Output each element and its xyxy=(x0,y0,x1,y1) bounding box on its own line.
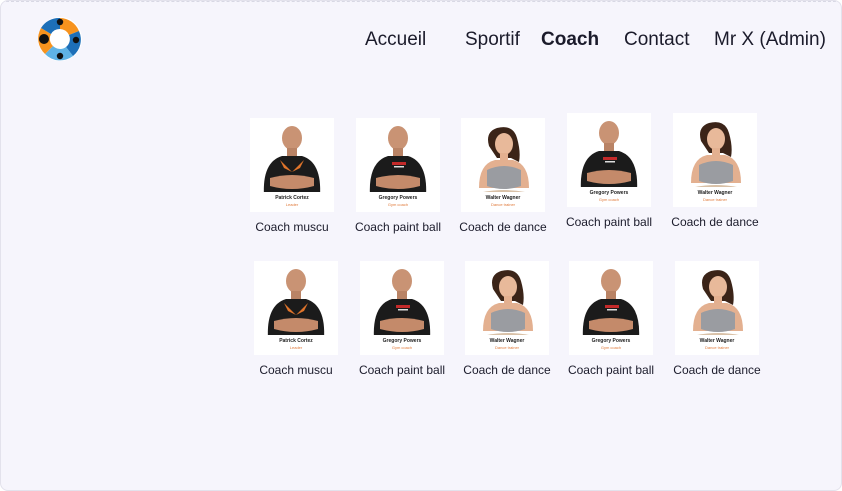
coach-role: Dance trainer xyxy=(704,345,729,350)
coach-photo: Gregory Powers Gym coach xyxy=(360,261,444,355)
app-window: Accueil Sportif Coach Contact Mr X (Admi… xyxy=(0,0,842,491)
coach-name: Patrick Cortez xyxy=(275,195,309,201)
coach-specialty-label[interactable]: Coach paint ball xyxy=(566,363,656,377)
coach-card[interactable]: Gregory Powers Gym coach Coach paint ball xyxy=(357,261,447,377)
coach-photo: Walter Wagner Dance trainer xyxy=(673,113,757,207)
coach-name: Walter Wagner xyxy=(489,338,525,344)
coach-name: Patrick Cortez xyxy=(279,338,313,344)
coach-photo: Patrick Cortez Leader xyxy=(250,118,334,212)
coach-role: Dance trainer xyxy=(702,197,727,202)
coach-role: Gym coach xyxy=(600,345,622,350)
coach-specialty-label[interactable]: Coach muscu xyxy=(251,363,341,377)
photo-caption: Gregory Powers Gym coach xyxy=(368,335,436,355)
coach-card[interactable]: Walter Wagner Dance trainer Coach de dance xyxy=(670,113,760,229)
photo-caption: Walter Wagner Dance trainer xyxy=(683,335,751,355)
nav-item-sportif[interactable]: Sportif xyxy=(465,29,520,51)
coach-photo: Walter Wagner Dance trainer xyxy=(461,118,545,212)
nav-item-contact[interactable]: Contact xyxy=(624,29,689,51)
coach-photo: Gregory Powers Gym coach xyxy=(567,113,651,207)
coach-role: Gym coach xyxy=(598,197,620,202)
photo-caption: Walter Wagner Dance trainer xyxy=(473,335,541,355)
coach-specialty-label[interactable]: Coach paint ball xyxy=(357,363,447,377)
coach-photo: Patrick Cortez Leader xyxy=(254,261,338,355)
nav-item-admin[interactable]: Mr X (Admin) xyxy=(714,29,826,51)
coach-card[interactable]: Gregory Powers Gym coach Coach paint ball xyxy=(564,113,654,229)
photo-caption: Patrick Cortez Leader xyxy=(262,335,330,355)
coach-role: Leader xyxy=(289,345,303,350)
top-border xyxy=(1,1,841,2)
coach-specialty-label[interactable]: Coach de dance xyxy=(672,363,762,377)
coach-specialty-label[interactable]: Coach paint ball xyxy=(564,215,654,229)
nav-item-coach[interactable]: Coach xyxy=(541,29,599,51)
coach-role: Leader xyxy=(285,202,299,207)
coach-name: Gregory Powers xyxy=(378,195,418,201)
coach-name: Walter Wagner xyxy=(699,338,735,344)
photo-caption: Gregory Powers Gym coach xyxy=(364,192,432,212)
photo-caption: Walter Wagner Dance trainer xyxy=(681,187,749,207)
coach-card[interactable]: Gregory Powers Gym coach Coach paint ball xyxy=(566,261,656,377)
photo-caption: Gregory Powers Gym coach xyxy=(577,335,645,355)
photo-caption: Patrick Cortez Leader xyxy=(258,192,326,212)
coach-specialty-label[interactable]: Coach de dance xyxy=(458,220,548,234)
coach-role: Gym coach xyxy=(387,202,409,207)
photo-caption: Gregory Powers Gym coach xyxy=(575,187,643,207)
coach-photo: Gregory Powers Gym coach xyxy=(569,261,653,355)
coach-specialty-label[interactable]: Coach paint ball xyxy=(353,220,443,234)
coach-role: Gym coach xyxy=(391,345,413,350)
coach-card[interactable]: Patrick Cortez Leader Coach muscu xyxy=(247,118,337,234)
main-nav: Accueil Sportif Coach Contact Mr X (Admi… xyxy=(1,29,841,53)
coach-photo: Gregory Powers Gym coach xyxy=(356,118,440,212)
coach-role: Dance trainer xyxy=(494,345,519,350)
coach-specialty-label[interactable]: Coach de dance xyxy=(462,363,552,377)
coach-name: Walter Wagner xyxy=(485,195,521,201)
nav-item-accueil[interactable]: Accueil xyxy=(365,29,426,51)
coach-specialty-label[interactable]: Coach de dance xyxy=(670,215,760,229)
coach-card[interactable]: Walter Wagner Dance trainer Coach de dance xyxy=(672,261,762,377)
coach-card[interactable]: Walter Wagner Dance trainer Coach de dance xyxy=(458,118,548,234)
photo-caption: Walter Wagner Dance trainer xyxy=(469,192,537,212)
coach-photo: Walter Wagner Dance trainer xyxy=(465,261,549,355)
coach-card[interactable]: Walter Wagner Dance trainer Coach de dance xyxy=(462,261,552,377)
coach-specialty-label[interactable]: Coach muscu xyxy=(247,220,337,234)
coach-card[interactable]: Gregory Powers Gym coach Coach paint ball xyxy=(353,118,443,234)
coach-photo: Walter Wagner Dance trainer xyxy=(675,261,759,355)
coach-name: Walter Wagner xyxy=(697,190,733,196)
coach-card[interactable]: Patrick Cortez Leader Coach muscu xyxy=(251,261,341,377)
coach-name: Gregory Powers xyxy=(382,338,422,344)
coach-role: Dance trainer xyxy=(490,202,515,207)
coach-name: Gregory Powers xyxy=(589,190,629,196)
coach-name: Gregory Powers xyxy=(591,338,631,344)
